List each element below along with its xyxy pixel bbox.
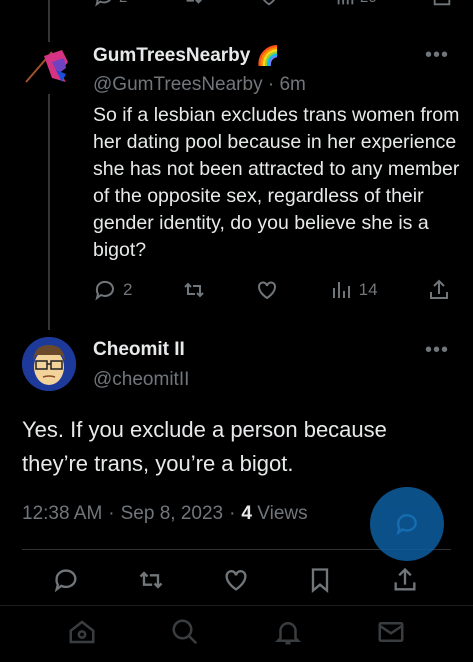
like-button[interactable] bbox=[255, 278, 279, 302]
rainbow-emoji: 🌈 bbox=[256, 46, 281, 67]
notifications-icon bbox=[275, 621, 302, 644]
compose-reply-button[interactable] bbox=[370, 487, 444, 561]
separator: · bbox=[108, 503, 115, 524]
tweet-time[interactable]: 12:38 AM bbox=[22, 503, 102, 525]
tweet-text: So if a lesbian excludes trans women fro… bbox=[93, 104, 460, 261]
reply-icon bbox=[95, 280, 114, 301]
share-icon bbox=[429, 279, 448, 299]
avatar[interactable] bbox=[22, 42, 74, 94]
retweet-icon bbox=[186, 0, 202, 4]
tweet-date[interactable]: Sep 8, 2023 bbox=[121, 503, 223, 525]
flag-avatar-icon bbox=[25, 50, 68, 83]
separator: · bbox=[229, 503, 236, 524]
reply-button[interactable]: 2 bbox=[93, 278, 132, 302]
retweet-icon bbox=[184, 282, 204, 298]
retweet-button[interactable] bbox=[137, 566, 165, 599]
handle[interactable]: @GumTreesNearby bbox=[93, 74, 263, 95]
heart-icon bbox=[262, 0, 275, 6]
heart-icon bbox=[224, 570, 247, 591]
nav-messages[interactable] bbox=[376, 617, 406, 652]
heart-icon bbox=[258, 281, 277, 300]
handle[interactable]: @cheomitII bbox=[93, 369, 189, 390]
main-tweet-action-bar bbox=[52, 566, 419, 599]
share-button[interactable] bbox=[427, 278, 451, 302]
previous-tweet-action-bar: 2 20 bbox=[93, 0, 453, 8]
display-name[interactable]: Cheomit II bbox=[93, 339, 185, 361]
display-name[interactable]: GumTreesNearby bbox=[93, 45, 250, 67]
bottom-navigation bbox=[0, 606, 473, 662]
main-tweet-text: Yes. If you exclude a person because the… bbox=[22, 417, 387, 476]
views-icon bbox=[337, 0, 354, 5]
more-options-button[interactable]: ••• bbox=[425, 44, 449, 67]
reply-icon bbox=[54, 569, 77, 593]
views-count: 14 bbox=[358, 280, 378, 299]
views-button[interactable]: 14 bbox=[329, 278, 378, 302]
reply-icon bbox=[95, 0, 111, 7]
previous-reply-action[interactable]: 2 bbox=[93, 0, 127, 8]
main-tweet-header: Cheomit II @cheomitII bbox=[93, 339, 189, 391]
tweet-metadata: 12:38 AM · Sep 8, 2023 · 4 Views bbox=[22, 503, 308, 525]
more-options-button[interactable]: ••• bbox=[425, 339, 449, 362]
retweet-button[interactable] bbox=[182, 278, 206, 302]
reply-tweet-header: GumTreesNearby 🌈 @GumTreesNearby · 6m bbox=[93, 44, 306, 96]
share-icon bbox=[394, 567, 416, 591]
share-button[interactable] bbox=[391, 566, 419, 599]
views-count: 4 bbox=[241, 503, 252, 524]
like-button[interactable] bbox=[222, 566, 250, 599]
views-label: Views bbox=[257, 503, 308, 524]
views-icon bbox=[332, 282, 350, 298]
nav-home[interactable] bbox=[67, 617, 97, 652]
compose-reply-icon bbox=[396, 514, 417, 536]
previous-reply-count: 2 bbox=[119, 0, 127, 6]
previous-retweet-action[interactable] bbox=[182, 0, 204, 8]
nav-notifications[interactable] bbox=[273, 617, 303, 652]
retweet-icon bbox=[139, 571, 163, 589]
reply-count: 2 bbox=[123, 280, 133, 299]
home-icon bbox=[69, 619, 95, 643]
handle-and-time: @GumTreesNearby · 6m bbox=[93, 74, 306, 96]
bookmark-button[interactable] bbox=[306, 566, 334, 599]
previous-like-action[interactable] bbox=[258, 0, 280, 8]
nav-search[interactable] bbox=[170, 617, 200, 652]
time-ago[interactable]: 6m bbox=[279, 74, 305, 95]
search-icon bbox=[172, 619, 198, 644]
views-stat[interactable]: 4 Views bbox=[241, 503, 307, 525]
reply-button[interactable] bbox=[52, 566, 80, 599]
cartoon-face-avatar-icon bbox=[22, 337, 76, 391]
share-icon bbox=[433, 0, 451, 6]
previous-views-count: 20 bbox=[360, 0, 377, 6]
previous-share-action[interactable] bbox=[431, 0, 453, 8]
tweet-action-bar: 2 14 bbox=[93, 278, 451, 302]
avatar[interactable] bbox=[22, 337, 76, 391]
bookmark-icon bbox=[312, 568, 329, 593]
separator: · bbox=[267, 74, 275, 95]
previous-views-action[interactable]: 20 bbox=[334, 0, 377, 8]
messages-icon bbox=[378, 621, 404, 642]
